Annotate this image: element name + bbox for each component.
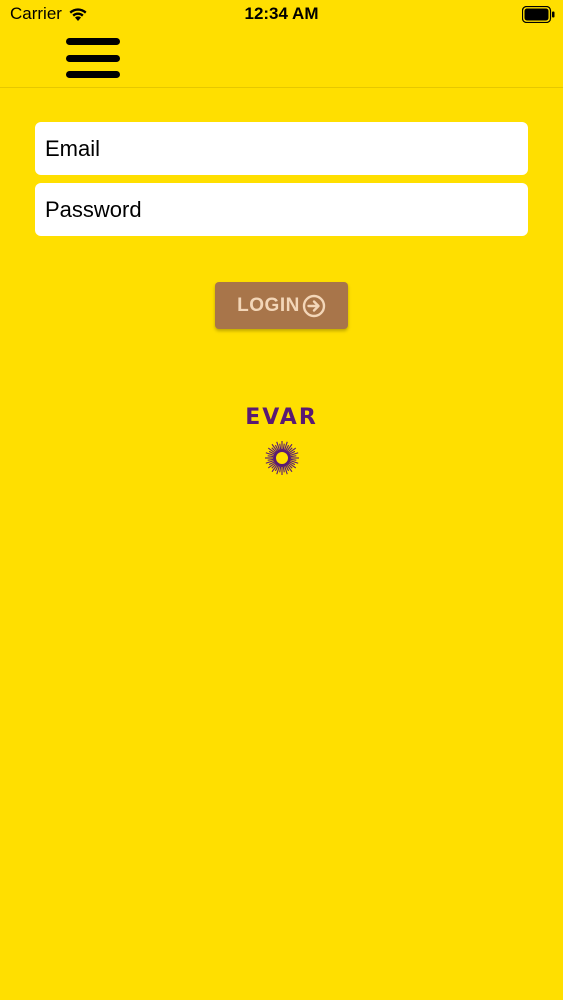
logo-text: EVAR xyxy=(245,405,318,430)
login-button[interactable]: LOGIN xyxy=(215,282,348,329)
menu-bar xyxy=(66,38,120,45)
login-button-label: LOGIN xyxy=(237,294,300,316)
sunburst-logo-icon xyxy=(264,441,299,475)
status-bar: Carrier 12:34 AM xyxy=(0,0,563,30)
arrow-circle-right-icon xyxy=(302,294,326,317)
hamburger-menu-icon[interactable] xyxy=(66,38,120,78)
password-field[interactable] xyxy=(35,183,528,236)
menu-bar xyxy=(66,71,120,78)
evar-logo: EVAR xyxy=(0,405,563,476)
email-field[interactable] xyxy=(35,122,528,175)
battery-icon xyxy=(522,6,555,23)
menu-bar xyxy=(66,54,120,62)
status-time: 12:34 AM xyxy=(244,4,319,23)
nav-bar xyxy=(0,30,563,88)
